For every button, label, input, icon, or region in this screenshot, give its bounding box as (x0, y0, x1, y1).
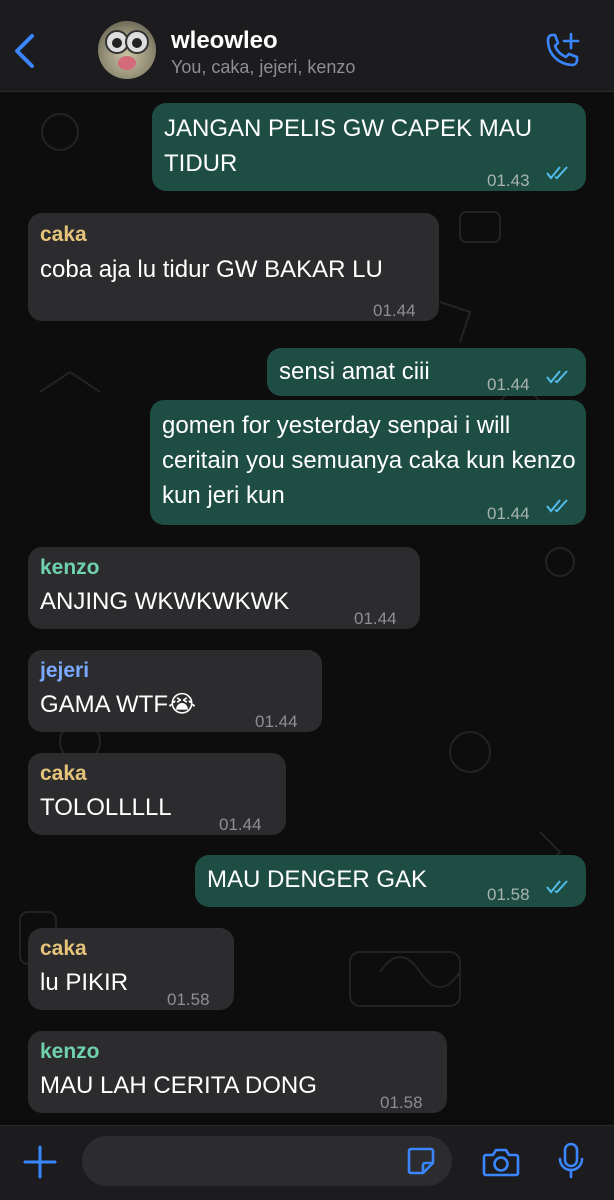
message-time: 01.44 (255, 712, 298, 731)
read-ticks-icon (546, 499, 568, 513)
group-avatar[interactable] (98, 21, 156, 79)
message-bubble-incoming[interactable]: kenzo ANJING WKWKWKWK 01.44 (28, 547, 420, 629)
sender-name: caka (40, 937, 87, 960)
read-ticks-icon (546, 370, 568, 384)
chevron-left-icon[interactable] (10, 30, 40, 72)
message-text: GAMA WTF😭 (40, 691, 197, 718)
sticker-icon[interactable] (406, 1146, 436, 1176)
message-text: TOLOLLLLL (40, 794, 172, 821)
message-time: 01.58 (167, 990, 210, 1009)
message-bubble-outgoing[interactable]: MAU DENGER GAK 01.58 (195, 855, 586, 907)
message-text: ANJING WKWKWKWK (40, 588, 290, 615)
sender-name: kenzo (40, 556, 100, 579)
message-time: 01.58 (380, 1093, 423, 1112)
sender-name: caka (40, 762, 87, 785)
message-time: 01.44 (487, 375, 530, 394)
message-input[interactable] (82, 1136, 452, 1186)
message-bubble-incoming[interactable]: jejeri GAMA WTF😭 01.44 (28, 650, 322, 732)
message-bubble-incoming[interactable]: kenzo MAU LAH CERITA DONG 01.58 (28, 1031, 447, 1113)
chat-title[interactable]: wleowleo (171, 27, 278, 55)
message-time: 01.44 (354, 609, 397, 628)
message-bubble-outgoing[interactable]: sensi amat ciii 01.44 (267, 348, 586, 396)
sender-name: kenzo (40, 1040, 100, 1063)
sender-name: caka (40, 223, 87, 246)
read-ticks-icon (546, 166, 568, 180)
message-time: 01.43 (487, 171, 530, 190)
message-time: 01.44 (373, 301, 416, 320)
chat-participants[interactable]: You, caka, jejeri, kenzo (171, 57, 355, 78)
message-time: 01.44 (219, 815, 262, 834)
chat-header: wleowleo You, caka, jejeri, kenzo (0, 0, 614, 92)
message-time: 01.58 (487, 885, 530, 904)
message-time: 01.44 (487, 504, 530, 523)
plus-icon[interactable] (22, 1144, 58, 1180)
message-text: MAU DENGER GAK (207, 866, 428, 893)
sender-name: jejeri (40, 659, 90, 682)
message-bubble-incoming[interactable]: caka lu PIKIR 01.58 (28, 928, 234, 1010)
composer-bar (0, 1125, 614, 1200)
message-bubble-incoming[interactable]: caka TOLOLLLLL 01.44 (28, 753, 286, 835)
message-bubble-outgoing[interactable]: gomen for yesterday senpai i will cerita… (150, 400, 586, 525)
message-bubble-outgoing[interactable]: JANGAN PELIS GW CAPEK MAU TIDUR 01.43 (152, 103, 586, 191)
message-bubble-incoming[interactable]: caka coba aja lu tidur GW BAKAR LU 01.44 (28, 213, 439, 321)
message-list[interactable]: JANGAN PELIS GW CAPEK MAU TIDUR 01.43 ca… (0, 92, 614, 1125)
message-text: lu PIKIR (40, 969, 129, 996)
read-ticks-icon (546, 880, 568, 894)
message-text: sensi amat ciii (279, 358, 430, 385)
message-text: coba aja lu tidur GW BAKAR LU (40, 256, 383, 283)
message-text: MAU LAH CERITA DONG (40, 1072, 317, 1099)
microphone-icon[interactable] (557, 1142, 585, 1180)
phone-plus-icon[interactable] (540, 30, 584, 70)
camera-icon[interactable] (482, 1146, 520, 1178)
